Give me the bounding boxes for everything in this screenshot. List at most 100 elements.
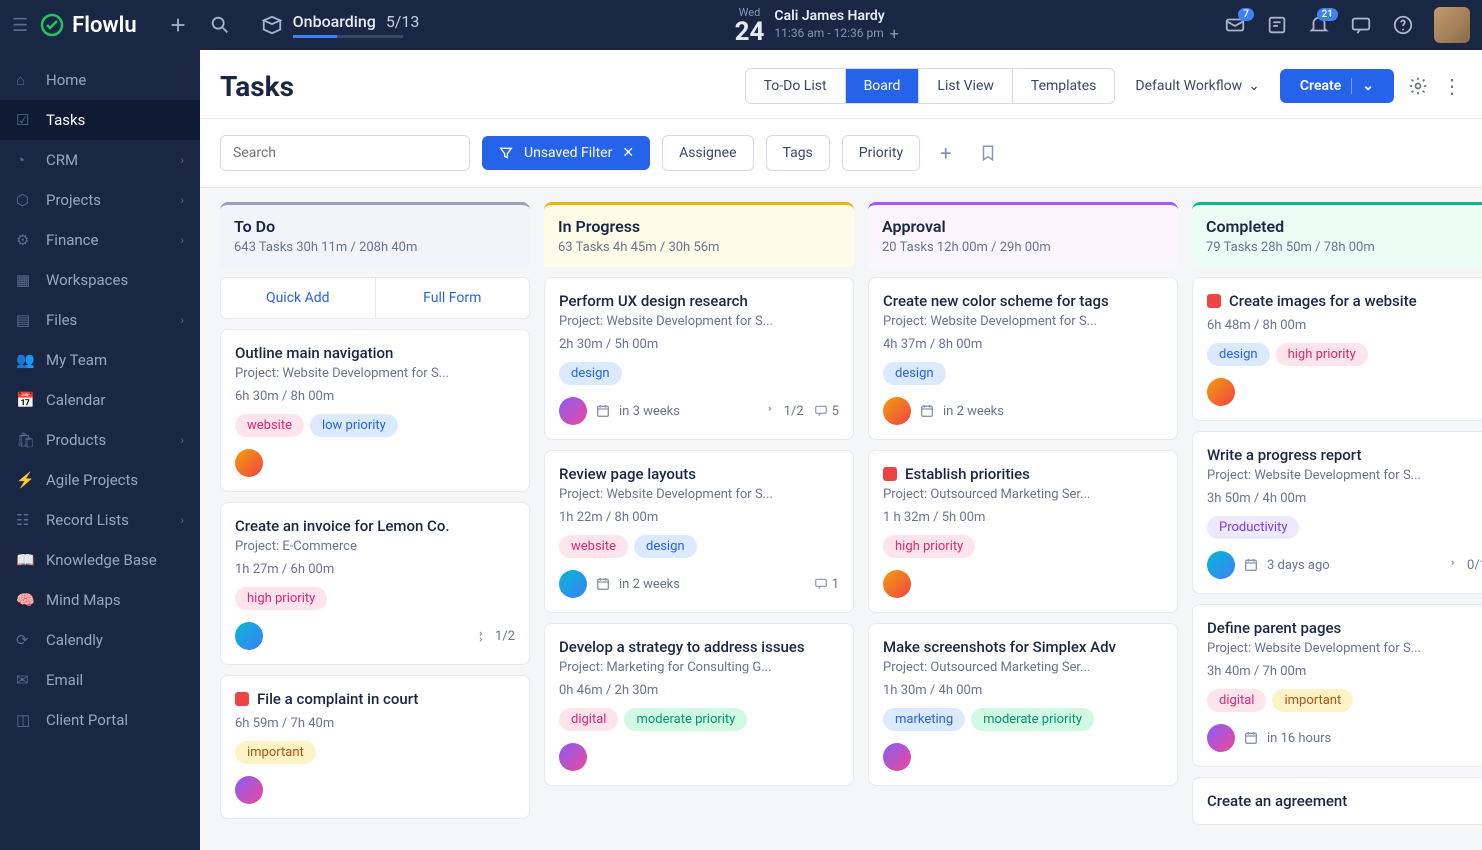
sidebar-item-email[interactable]: ✉Email [0,660,200,700]
sidebar-item-knowledge-base[interactable]: 📖Knowledge Base [0,540,200,580]
sidebar-item-client-portal[interactable]: ◫Client Portal [0,700,200,740]
sidebar-item-record-lists[interactable]: ☷Record Lists› [0,500,200,540]
more-icon[interactable]: ⋮ [1442,74,1462,98]
filter-assignee[interactable]: Assignee [662,135,753,171]
sidebar-item-crm[interactable]: ◔CRM› [0,140,200,180]
full-form-button[interactable]: Full Form [376,278,530,318]
sidebar-item-finance[interactable]: ⚙Finance› [0,220,200,260]
sidebar-icon: ☷ [16,511,34,529]
logo[interactable]: Flowlu [40,13,137,38]
filter-tags[interactable]: Tags [766,135,830,171]
sidebar-item-tasks[interactable]: ☑Tasks [0,100,200,140]
add-filter-icon[interactable]: + [932,133,959,173]
task-card[interactable]: Create an agreement [1192,777,1482,825]
assignee-avatar[interactable] [1207,378,1235,406]
assignee-avatar[interactable] [235,776,263,804]
tag[interactable]: high priority [1276,343,1368,366]
task-card[interactable]: Establish prioritiesProject: Outsourced … [868,450,1178,613]
mail-icon[interactable]: 7 [1224,14,1246,36]
tag[interactable]: low priority [310,414,398,437]
tag[interactable]: important [235,741,316,764]
sidebar-item-calendar[interactable]: 📅Calendar [0,380,200,420]
tag[interactable]: website [235,414,304,437]
workflow-select[interactable]: Default Workflow ⌄ [1135,78,1260,94]
view-tab-to-do-list[interactable]: To-Do List [746,69,846,103]
view-tab-board[interactable]: Board [846,69,920,103]
create-button[interactable]: Create ⌄ [1280,69,1394,103]
quick-add-button[interactable]: Quick Add [221,278,376,318]
calendar-icon [595,576,611,592]
filter-chip[interactable]: Unsaved Filter ✕ [482,136,650,170]
sidebar-item-files[interactable]: ▤Files› [0,300,200,340]
search-input[interactable] [220,135,470,171]
assignee-avatar[interactable] [559,397,587,425]
search-icon[interactable] [209,14,231,36]
sidebar-item-products[interactable]: 🛍Products› [0,420,200,460]
bell-icon[interactable]: 21 [1308,14,1330,36]
tag[interactable]: website [559,535,628,558]
task-card[interactable]: Create images for a website6h 48m / 8h 0… [1192,277,1482,421]
sidebar-item-workspaces[interactable]: ▦Workspaces [0,260,200,300]
task-card[interactable]: Create an invoice for Lemon Co.Project: … [220,502,530,665]
card-project: Project: Website Development for S... [1207,641,1482,656]
tag[interactable]: high priority [235,587,327,610]
task-card[interactable]: Create new color scheme for tagsProject:… [868,277,1178,440]
sidebar-item-calendly[interactable]: ⟳Calendly [0,620,200,660]
tag[interactable]: design [634,535,697,558]
assignee-avatar[interactable] [559,570,587,598]
chat-icon[interactable] [1350,14,1372,36]
assignee-avatar[interactable] [235,622,263,650]
user-avatar[interactable] [1434,7,1470,43]
task-card[interactable]: Define parent pagesProject: Website Deve… [1192,604,1482,767]
user-name: Cali James Hardy [774,8,898,24]
tag[interactable]: moderate priority [624,708,747,731]
tag[interactable]: design [883,362,946,385]
task-card[interactable]: Develop a strategy to address issuesProj… [544,623,854,786]
tag[interactable]: digital [1207,689,1266,712]
task-card[interactable]: Outline main navigationProject: Website … [220,329,530,492]
help-icon[interactable] [1392,14,1414,36]
phone-count: 0/1 [1449,558,1482,573]
assignee-avatar[interactable] [1207,551,1235,579]
sidebar-item-projects[interactable]: ⬡Projects› [0,180,200,220]
tag[interactable]: design [1207,343,1270,366]
card-project: Project: Website Development for S... [559,314,839,329]
column-header: In Progress 63 Tasks 4h 45m / 30h 56m [544,202,854,267]
sidebar-item-mind-maps[interactable]: 🧠Mind Maps [0,580,200,620]
assignee-avatar[interactable] [883,570,911,598]
view-tab-templates[interactable]: Templates [1013,69,1115,103]
note-icon[interactable] [1266,14,1288,36]
tag[interactable]: high priority [883,535,975,558]
task-card[interactable]: Perform UX design researchProject: Websi… [544,277,854,440]
tag[interactable]: digital [559,708,618,731]
card-title: Develop a strategy to address issues [559,638,839,656]
add-icon[interactable] [167,14,189,36]
tag[interactable]: marketing [883,708,965,731]
task-card[interactable]: Write a progress reportProject: Website … [1192,431,1482,594]
sidebar-item-my-team[interactable]: 👥My Team [0,340,200,380]
menu-icon[interactable]: ☰ [12,15,28,36]
assignee-avatar[interactable] [1207,724,1235,752]
tag[interactable]: design [559,362,622,385]
card-tags: important [235,741,515,764]
sidebar-item-home[interactable]: ⌂Home [0,60,200,100]
add-time-icon[interactable]: + [890,24,899,43]
view-tab-list-view[interactable]: List View [919,69,1013,103]
assignee-avatar[interactable] [883,743,911,771]
tag[interactable]: important [1272,689,1353,712]
assignee-avatar[interactable] [883,397,911,425]
tag[interactable]: Productivity [1207,516,1299,539]
bookmark-icon[interactable] [971,136,1005,170]
task-card[interactable]: Make screenshots for Simplex AdvProject:… [868,623,1178,786]
sidebar-item-agile-projects[interactable]: ⚡Agile Projects [0,460,200,500]
tag[interactable]: moderate priority [971,708,1094,731]
close-icon[interactable]: ✕ [622,145,634,161]
card-project: Project: Website Development for S... [1207,468,1482,483]
onboarding-widget[interactable]: Onboarding 5/13 [261,12,420,38]
gear-icon[interactable] [1408,76,1428,96]
filter-priority[interactable]: Priority [842,135,920,171]
task-card[interactable]: File a complaint in court6h 59m / 7h 40m… [220,675,530,819]
assignee-avatar[interactable] [235,449,263,477]
assignee-avatar[interactable] [559,743,587,771]
task-card[interactable]: Review page layoutsProject: Website Deve… [544,450,854,613]
